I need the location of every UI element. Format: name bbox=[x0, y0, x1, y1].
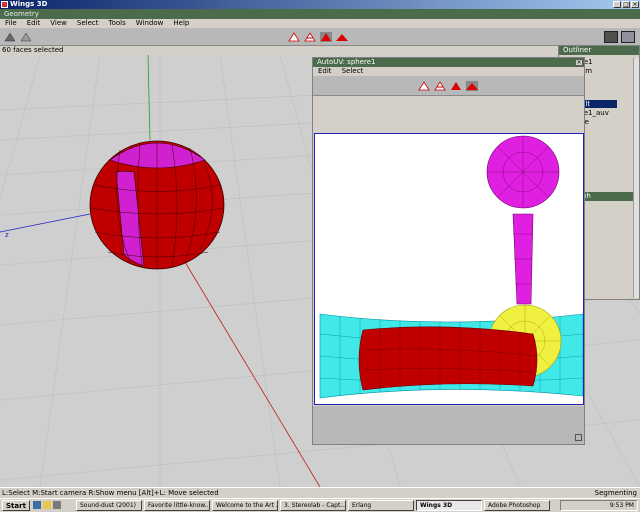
geometry-title-bar: Geometry bbox=[0, 9, 640, 19]
menu-bar: File Edit View Select Tools Window Help bbox=[0, 19, 640, 28]
autouv-menu-select[interactable]: Select bbox=[337, 67, 369, 76]
autouv-close-button[interactable]: × bbox=[575, 59, 583, 66]
mode-indicator: Segmenting bbox=[594, 489, 637, 497]
menu-help[interactable]: Help bbox=[168, 19, 194, 28]
task-wings-3d[interactable]: Wings 3D bbox=[416, 500, 482, 511]
minimize-button[interactable]: _ bbox=[613, 1, 621, 8]
autouv-title: AutoUV: sphere1 bbox=[317, 58, 376, 66]
menu-window[interactable]: Window bbox=[131, 19, 169, 28]
task-photoshop[interactable]: Adobe Photoshop bbox=[484, 500, 550, 511]
autouv-spacer bbox=[313, 96, 584, 133]
maximize-button[interactable]: □ bbox=[622, 1, 630, 8]
uv-islands bbox=[319, 135, 583, 399]
edge-mode-icon[interactable] bbox=[304, 32, 316, 42]
app-icon bbox=[1, 1, 8, 8]
autouv-status-area bbox=[313, 406, 584, 444]
view-toggle-icon[interactable] bbox=[604, 31, 618, 43]
outliner-title: Outliner bbox=[559, 46, 639, 55]
start-button[interactable]: Start bbox=[2, 500, 30, 511]
uv-island-red[interactable] bbox=[358, 326, 538, 391]
task-erlang[interactable]: Erlang bbox=[348, 500, 414, 511]
title-bar: Wings 3D bbox=[0, 0, 640, 9]
task-stereolab[interactable]: 3. Stereolab - Capt... bbox=[280, 500, 346, 511]
system-tray: 9:53 PM bbox=[560, 500, 638, 511]
status-hint: L:Select M:Start camera R:Show menu [Alt… bbox=[2, 489, 219, 497]
task-sound-dust[interactable]: Sound-dust (2001) bbox=[76, 500, 142, 511]
desktop-icon[interactable] bbox=[53, 501, 61, 509]
y-axis-line bbox=[147, 55, 151, 141]
folder-icon[interactable] bbox=[43, 501, 51, 509]
ie-icon[interactable] bbox=[33, 501, 41, 509]
body-mode-icon[interactable] bbox=[336, 32, 348, 42]
uv-canvas[interactable] bbox=[314, 133, 584, 405]
autouv-menu-edit[interactable]: Edit bbox=[313, 67, 337, 76]
menu-edit[interactable]: Edit bbox=[22, 19, 46, 28]
autouv-window: AutoUV: sphere1 × Edit Select bbox=[312, 57, 585, 445]
task-favorite[interactable]: Favorite little-know... bbox=[144, 500, 210, 511]
quick-launch bbox=[33, 501, 73, 510]
uv-body-mode-icon[interactable] bbox=[466, 81, 478, 91]
outliner-item-selected[interactable]: ult bbox=[581, 100, 617, 108]
uv-face-mode-icon[interactable] bbox=[450, 81, 462, 91]
info-line: 60 faces selected bbox=[0, 46, 640, 55]
resize-grip-icon[interactable] bbox=[575, 434, 582, 441]
uv-edge-mode-icon[interactable] bbox=[434, 81, 446, 91]
vertex-mode-icon[interactable] bbox=[288, 32, 300, 42]
selection-info: 60 faces selected bbox=[2, 46, 64, 54]
outliner-item[interactable]: re1_auv bbox=[581, 109, 609, 117]
menu-view[interactable]: View bbox=[45, 19, 72, 28]
camera-icon[interactable] bbox=[621, 31, 635, 43]
status-bar: L:Select M:Start camera R:Show menu [Alt… bbox=[0, 487, 640, 498]
smooth-preview-icon[interactable] bbox=[4, 32, 16, 42]
menu-file[interactable]: File bbox=[0, 19, 22, 28]
menu-tools[interactable]: Tools bbox=[104, 19, 131, 28]
close-button[interactable]: × bbox=[631, 1, 639, 8]
autouv-menu-bar: Edit Select bbox=[313, 67, 584, 76]
taskbar: Start Sound-dust (2001) Favorite little-… bbox=[0, 498, 640, 512]
autouv-toolbar bbox=[313, 76, 584, 96]
autouv-title-bar[interactable]: AutoUV: sphere1 bbox=[313, 58, 584, 67]
outliner-scrollbar[interactable] bbox=[633, 58, 639, 298]
geometry-label: Geometry bbox=[4, 10, 39, 18]
z-axis-label: z bbox=[5, 231, 9, 239]
task-welcome-art[interactable]: Welcome to the Art ... bbox=[212, 500, 278, 511]
face-mode-icon[interactable] bbox=[320, 32, 332, 42]
window-title: Wings 3D bbox=[10, 0, 48, 8]
sphere-model[interactable] bbox=[89, 140, 225, 270]
perspective-icon[interactable] bbox=[20, 32, 32, 42]
toolbar bbox=[0, 28, 640, 46]
menu-select[interactable]: Select bbox=[72, 19, 104, 28]
x-axis-line bbox=[184, 261, 321, 487]
uv-vertex-mode-icon[interactable] bbox=[418, 81, 430, 91]
clock: 9:53 PM bbox=[609, 502, 634, 509]
